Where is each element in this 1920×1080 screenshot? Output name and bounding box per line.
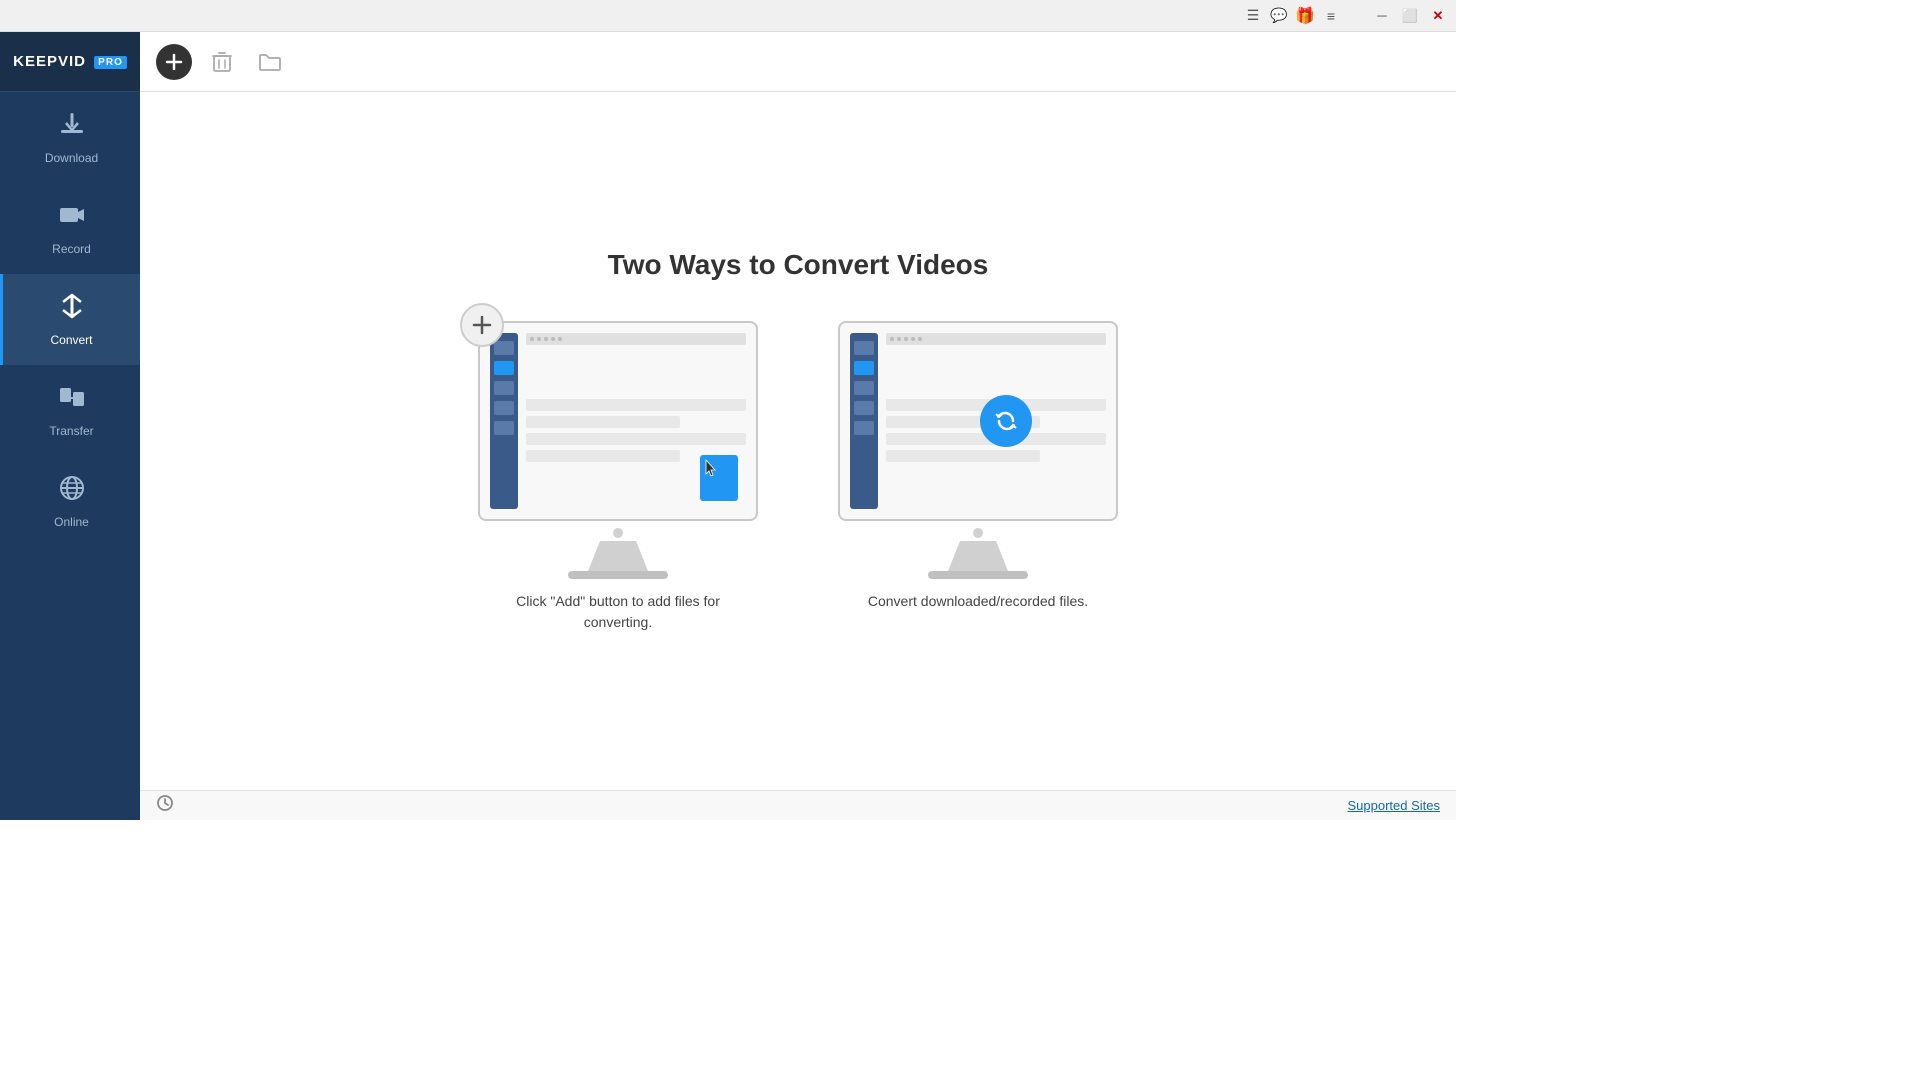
screen-main-2 xyxy=(886,333,1106,509)
dot3 xyxy=(544,337,548,341)
maximize-button[interactable]: ⬜ xyxy=(1400,6,1420,26)
monitor-card1 xyxy=(478,321,758,521)
sidebar-item-label-online: Online xyxy=(54,515,89,529)
sidebar: KEEPVID PRO Download Record xyxy=(0,32,140,820)
monitor-stand-2 xyxy=(948,541,1008,571)
monitor-dot-1 xyxy=(613,528,623,538)
screen-sidebar-1 xyxy=(490,333,518,509)
card2-caption: Convert downloaded/recorded files. xyxy=(868,591,1088,612)
toolbar xyxy=(140,32,1456,92)
dot2-5 xyxy=(918,337,922,341)
sidebar-item-transfer[interactable]: Transfer xyxy=(0,365,140,456)
gift-icon[interactable]: 🎁 xyxy=(1296,7,1314,25)
screen-sidebar-row-1 xyxy=(494,341,514,355)
dot2-4 xyxy=(911,337,915,341)
screen-topbar-1 xyxy=(526,333,746,345)
monitor-bottom-2 xyxy=(838,525,1118,579)
sidebar-item-label-convert: Convert xyxy=(50,333,92,347)
dot2-3 xyxy=(904,337,908,341)
monitor-base-1 xyxy=(568,571,668,579)
screen-sidebar-row-4 xyxy=(494,401,514,415)
cards-row: Click "Add" button to add files for conv… xyxy=(478,321,1118,633)
sidebar-item-label-download: Download xyxy=(45,151,98,165)
screen-sidebar-2-row-1 xyxy=(854,341,874,355)
screen-sidebar-2 xyxy=(850,333,878,509)
sidebar-bottom xyxy=(0,810,140,820)
delete-button[interactable] xyxy=(204,44,240,80)
sidebar-item-online[interactable]: Online xyxy=(0,456,140,547)
sidebar-item-label-transfer: Transfer xyxy=(49,424,93,438)
screen-sidebar-row-2 xyxy=(494,361,514,375)
logo-area: KEEPVID PRO xyxy=(0,32,140,92)
title-bar: ☰ 💬 🎁 ≡ ─ ⬜ ✕ xyxy=(0,0,1456,32)
close-button[interactable]: ✕ xyxy=(1428,6,1448,26)
sidebar-item-convert[interactable]: Convert xyxy=(0,274,140,365)
content-area: Two Ways to Convert Videos xyxy=(140,92,1456,790)
supported-sites-link[interactable]: Supported Sites xyxy=(1347,798,1440,813)
screen-sidebar-2-row-4 xyxy=(854,401,874,415)
add-button[interactable] xyxy=(156,44,192,80)
logo-name: KEEPVID xyxy=(13,53,86,70)
screen-row-1 xyxy=(526,399,746,411)
app-body: KEEPVID PRO Download Record xyxy=(0,32,1456,820)
monitor-card2 xyxy=(838,321,1118,521)
qq-icon[interactable]: 💬 xyxy=(1270,7,1288,25)
screen-row-4 xyxy=(526,450,680,462)
dot5 xyxy=(558,337,562,341)
main-content: Two Ways to Convert Videos xyxy=(140,32,1456,820)
card1-monitor-wrapper xyxy=(478,321,758,579)
hamburger-icon[interactable]: ≡ xyxy=(1322,7,1340,25)
monitor-bottom-1 xyxy=(478,525,758,579)
transfer-icon xyxy=(58,383,86,418)
title-bar-icons: ☰ 💬 🎁 ≡ ─ ⬜ ✕ xyxy=(1244,6,1448,26)
screen-content-2 xyxy=(840,323,1116,519)
monitor-stand-1 xyxy=(588,541,648,571)
status-bar: Supported Sites xyxy=(140,790,1456,820)
screen-sidebar-2-row-5 xyxy=(854,421,874,435)
add-files-icon xyxy=(460,303,504,347)
logo: KEEPVID PRO xyxy=(13,53,127,70)
download-icon xyxy=(58,110,86,145)
cursor-icon xyxy=(704,458,718,483)
sidebar-item-record[interactable]: Record xyxy=(0,183,140,274)
dot2 xyxy=(537,337,541,341)
screen-sidebar-row-5 xyxy=(494,421,514,435)
card2-monitor-wrapper xyxy=(838,321,1118,579)
card-convert-downloaded: Convert downloaded/recorded files. xyxy=(838,321,1118,612)
screen-row-3 xyxy=(526,433,746,445)
screen-sidebar-2-row-3 xyxy=(854,381,874,395)
page-heading: Two Ways to Convert Videos xyxy=(608,249,989,281)
dot2-1 xyxy=(890,337,894,341)
screen-row-2 xyxy=(526,416,680,428)
convert-downloaded-icon xyxy=(980,395,1032,447)
convert-icon xyxy=(58,292,86,327)
sidebar-item-download[interactable]: Download xyxy=(0,92,140,183)
history-icon[interactable] xyxy=(156,794,174,817)
screen-sidebar-row-3 xyxy=(494,381,514,395)
screen-content-1 xyxy=(480,323,756,519)
screen-row-2-4 xyxy=(886,450,1040,462)
dot2-2 xyxy=(897,337,901,341)
record-icon xyxy=(58,201,86,236)
screen-sidebar-2-row-2 xyxy=(854,361,874,375)
screen-main-1 xyxy=(526,333,746,509)
minimize-button[interactable]: ─ xyxy=(1372,6,1392,26)
dot4 xyxy=(551,337,555,341)
monitor-base-2 xyxy=(928,571,1028,579)
screen-topbar-2 xyxy=(886,333,1106,345)
online-icon xyxy=(58,474,86,509)
monitor-dot-2 xyxy=(973,528,983,538)
logo-badge: PRO xyxy=(94,56,127,69)
card-add-files: Click "Add" button to add files for conv… xyxy=(478,321,758,633)
card1-caption: Click "Add" button to add files for conv… xyxy=(498,591,738,633)
menu-icon[interactable]: ☰ xyxy=(1244,7,1262,25)
dot1 xyxy=(530,337,534,341)
sidebar-item-label-record: Record xyxy=(52,242,91,256)
folder-button[interactable] xyxy=(252,44,288,80)
